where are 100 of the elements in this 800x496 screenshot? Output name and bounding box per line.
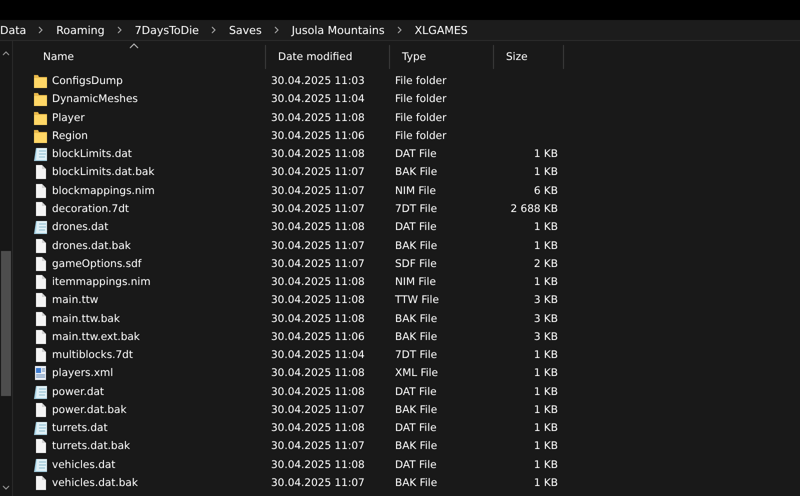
date-modified: 30.04.2025 11:08 [271,386,365,398]
file-name[interactable]: power.dat [52,386,104,398]
file-size: 1 KB [534,221,558,234]
file-name[interactable]: Player [52,112,85,124]
file-name[interactable]: blockLimits.dat.bak [52,166,154,178]
scroll-up-icon[interactable] [2,51,10,56]
file-type: BAK File [395,440,438,452]
file-size: 6 KB [534,184,558,197]
date-modified: 30.04.2025 11:04 [271,349,365,362]
file-icon [34,202,47,216]
folder-icon [34,92,47,106]
notepad-icon [34,458,47,472]
date-modified: 30.04.2025 11:07 [271,404,365,416]
breadcrumb-item[interactable]: Saves [228,24,262,36]
file-name[interactable]: Region [52,130,88,142]
file-size: 1 KB [534,349,558,362]
file-type: BAK File [395,240,438,252]
date-modified: 30.04.2025 11:08 [271,458,365,471]
notepad-icon [34,384,47,399]
breadcrumb-item[interactable]: Data [0,24,26,36]
date-modified: 30.04.2025 11:04 [271,93,365,106]
file-icon [34,256,47,271]
breadcrumb-item[interactable]: Roaming [56,24,105,36]
breadcrumb-item[interactable]: 7DaysToDie [134,24,199,36]
file-icon [34,238,47,253]
file-size: 1 KB [534,367,558,380]
file-icon [34,275,47,290]
file-name[interactable]: main.ttw.bak [52,312,120,325]
file-type: BAK File [395,404,438,416]
file-size: 3 KB [534,294,558,306]
file-size: 1 KB [534,166,558,178]
xml-document-icon [34,366,47,380]
file-name[interactable]: vehicles.dat.bak [52,476,138,489]
file-icon [34,439,47,454]
chevron-right-icon [116,26,123,34]
file-type: BAK File [395,476,438,489]
file-size: 1 KB [534,240,558,252]
file-size: 2 688 KB [510,202,558,215]
folder-icon [34,128,47,143]
file-size: 3 KB [534,330,558,343]
breadcrumb-item[interactable]: Jusola Mountains [292,24,385,36]
file-icon [34,293,47,308]
column-header[interactable]: Date modified [266,45,390,69]
file-type: File folder [395,75,446,88]
notepad-icon [34,421,47,436]
column-header[interactable]: Name [31,45,266,69]
date-modified: 30.04.2025 11:07 [271,184,365,197]
date-modified: 30.04.2025 11:07 [271,240,365,252]
file-type: BAK File [395,330,438,343]
notepad-icon [34,220,47,234]
date-modified: 30.04.2025 11:07 [271,202,365,215]
chevron-right-icon [210,26,217,34]
file-type: BAK File [395,312,438,325]
file-icon [34,165,47,180]
file-size: 3 KB [534,312,558,325]
file-type: NIM File [395,184,436,197]
file-name[interactable]: main.ttw.ext.bak [52,330,140,343]
file-name[interactable]: itemmappings.nim [52,276,151,288]
column-header[interactable]: Type [390,45,494,69]
chevron-right-icon [38,26,44,34]
date-modified: 30.04.2025 11:08 [271,367,365,380]
file-name[interactable]: ConfigsDump [52,75,123,88]
file-type: BAK File [395,166,438,178]
file-name[interactable]: power.dat.bak [52,404,127,416]
file-type: DAT File [395,148,437,160]
file-type: 7DT File [395,349,438,362]
file-type: File folder [395,112,446,124]
sort-ascending-icon [129,43,139,49]
notepad-icon [34,147,47,162]
file-name[interactable]: vehicles.dat [52,458,116,471]
date-modified: 30.04.2025 11:08 [271,221,365,234]
file-size: 1 KB [534,404,558,416]
file-name[interactable]: turrets.dat [52,422,108,434]
folder-icon [34,110,47,125]
file-name[interactable]: DynamicMeshes [52,93,138,106]
file-name[interactable]: players.xml [52,367,114,380]
date-modified: 30.04.2025 11:06 [271,330,365,343]
file-name[interactable]: decoration.7dt [52,202,129,215]
file-name[interactable]: multiblocks.7dt [52,349,133,362]
file-type: 7DT File [395,202,438,215]
file-type: XML File [395,367,438,380]
file-type: DAT File [395,458,437,471]
file-name[interactable]: blockLimits.dat [52,148,132,160]
file-size: 1 KB [534,440,558,452]
file-name[interactable]: drones.dat [52,221,108,234]
date-modified: 30.04.2025 11:07 [271,440,365,452]
scroll-down-icon[interactable] [2,485,10,490]
file-type: DAT File [395,422,437,434]
file-name[interactable]: gameOptions.sdf [52,258,142,270]
date-modified: 30.04.2025 11:08 [271,294,365,306]
file-name[interactable]: drones.dat.bak [52,240,131,252]
date-modified: 30.04.2025 11:08 [271,422,365,434]
file-name[interactable]: main.ttw [52,294,98,306]
scrollbar-thumb[interactable] [1,251,11,396]
file-type: DAT File [395,386,437,398]
file-name[interactable]: blockmappings.nim [52,184,155,197]
column-header[interactable]: Size [494,45,564,69]
breadcrumb-item[interactable]: XLGAMES [414,24,468,36]
file-name[interactable]: turrets.dat.bak [52,440,130,452]
chevron-right-icon [396,26,403,34]
